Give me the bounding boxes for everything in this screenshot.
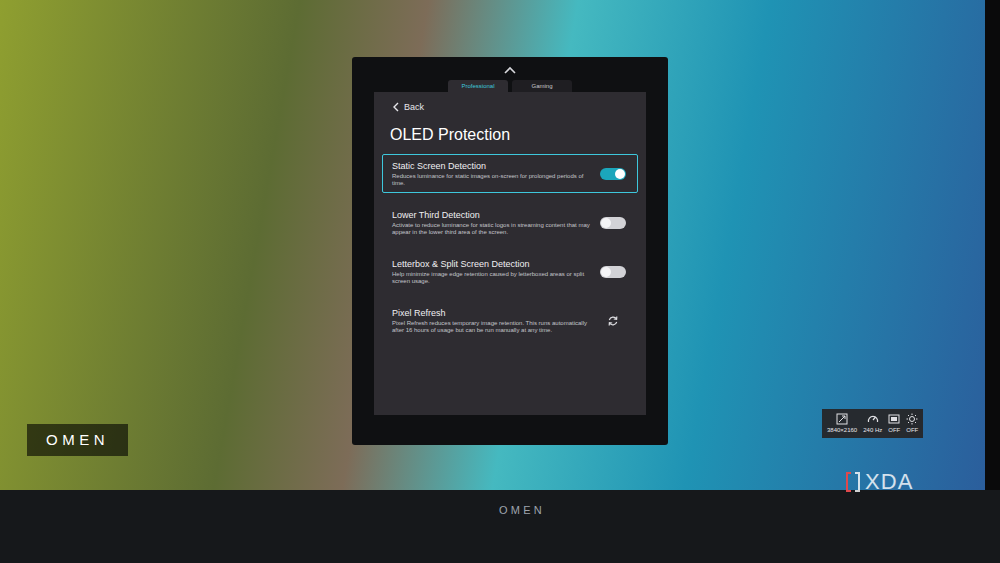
tab-bar: Professional Gaming xyxy=(448,78,572,92)
toggle-track[interactable] xyxy=(600,266,626,278)
bezel-logo: OMEN xyxy=(499,502,545,519)
toggle-track[interactable] xyxy=(600,168,626,180)
desktop-wallpaper: OMEN Professional Gaming Back OLED Protectio… xyxy=(0,0,985,490)
status-bar: 3840×2160 240 Hz OFF OFF xyxy=(822,409,923,438)
toggle-switch[interactable] xyxy=(598,266,628,278)
page-title: OLED Protection xyxy=(382,125,638,145)
setting-description: Reduces luminance for static images on-s… xyxy=(392,173,590,187)
refresh-icon xyxy=(607,315,619,327)
status-chip: OFF xyxy=(906,413,918,434)
toggle-knob xyxy=(601,218,611,228)
setting-description: Pixel Refresh reduces temporary image re… xyxy=(392,320,590,334)
tab[interactable]: Gaming xyxy=(512,80,572,92)
settings-list: Static Screen DetectionReduces luminance… xyxy=(382,154,638,340)
xda-bracket-icon xyxy=(845,471,861,493)
status-chip: 240 Hz xyxy=(863,413,882,434)
wallpaper-logo: OMEN xyxy=(27,424,128,456)
setting-row[interactable]: Letterbox & Split Screen DetectionHelp m… xyxy=(382,252,638,291)
hdr-icon xyxy=(888,413,900,425)
gauge-icon xyxy=(867,413,879,425)
osd-panel: Back OLED Protection Static Screen Detecti… xyxy=(374,92,646,415)
tab[interactable]: Professional xyxy=(448,80,508,92)
toggle-track[interactable] xyxy=(600,217,626,229)
chevron-left-icon xyxy=(392,102,400,112)
setting-row[interactable]: Pixel RefreshPixel Refresh reduces tempo… xyxy=(382,301,638,340)
setting-label: Pixel Refresh xyxy=(392,307,590,319)
brightness-icon xyxy=(906,413,918,425)
status-chip: OFF xyxy=(888,413,900,434)
setting-row[interactable]: Lower Third DetectionActivate to reduce … xyxy=(382,203,638,242)
toggle-switch[interactable] xyxy=(598,168,628,180)
setting-label: Lower Third Detection xyxy=(392,209,590,221)
status-chip: 3840×2160 xyxy=(827,413,857,434)
watermark: XDA xyxy=(845,470,914,494)
resolution-icon xyxy=(836,413,848,425)
setting-description: Activate to reduce luminance for static … xyxy=(392,222,590,236)
setting-label: Letterbox & Split Screen Detection xyxy=(392,258,590,270)
back-button[interactable]: Back xyxy=(382,101,638,113)
setting-row[interactable]: Static Screen DetectionReduces luminance… xyxy=(382,154,638,193)
setting-description: Help minimize image edge retention cause… xyxy=(392,271,590,285)
monitor-bezel: OMEN xyxy=(0,490,1000,563)
refresh-action[interactable] xyxy=(598,315,628,327)
toggle-knob xyxy=(615,169,625,179)
setting-label: Static Screen Detection xyxy=(392,160,590,172)
osd-menu: Professional Gaming Back OLED Protection Sta… xyxy=(352,57,668,445)
chevron-up-icon xyxy=(502,65,518,75)
toggle-switch[interactable] xyxy=(598,217,628,229)
toggle-knob xyxy=(601,267,611,277)
